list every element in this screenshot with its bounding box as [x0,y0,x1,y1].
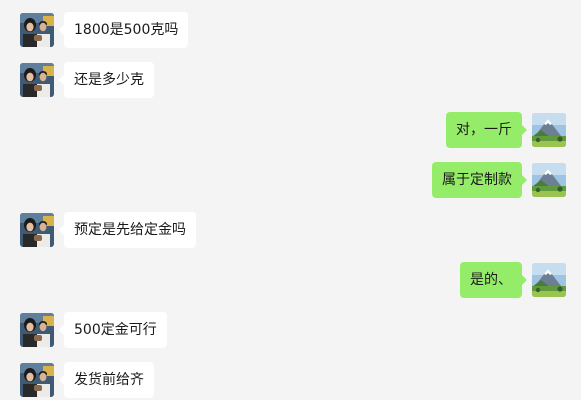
message-bubble[interactable]: 还是多少克 [59,62,154,98]
self-avatar[interactable] [532,263,566,297]
message-bubble[interactable]: 对，一斤 [446,112,527,148]
message-row-incoming: 还是多少克 [0,62,581,98]
contact-avatar[interactable] [20,63,54,97]
self-avatar[interactable] [532,113,566,147]
message-row-outgoing: 属于定制款 [0,162,581,198]
self-avatar[interactable] [532,163,566,197]
contact-avatar[interactable] [20,363,54,397]
message-bubble[interactable]: 属于定制款 [432,162,527,198]
message-row-incoming: 发货前给齐 [0,362,581,398]
message-row-outgoing: 是的、 [0,262,581,298]
message-bubble[interactable]: 预定是先给定金吗 [59,212,196,248]
message-row-incoming: 1800是500克吗 [0,12,581,48]
contact-avatar[interactable] [20,13,54,47]
message-bubble[interactable]: 是的、 [460,262,527,298]
message-row-incoming: 500定金可行 [0,312,581,348]
message-bubble[interactable]: 1800是500克吗 [58,12,189,48]
contact-avatar[interactable] [20,313,54,347]
contact-avatar[interactable] [20,213,54,247]
message-bubble[interactable]: 500定金可行 [59,312,167,348]
message-row-outgoing: 对，一斤 [0,112,581,148]
message-bubble[interactable]: 发货前给齐 [59,362,154,398]
message-row-incoming: 预定是先给定金吗 [0,212,581,248]
